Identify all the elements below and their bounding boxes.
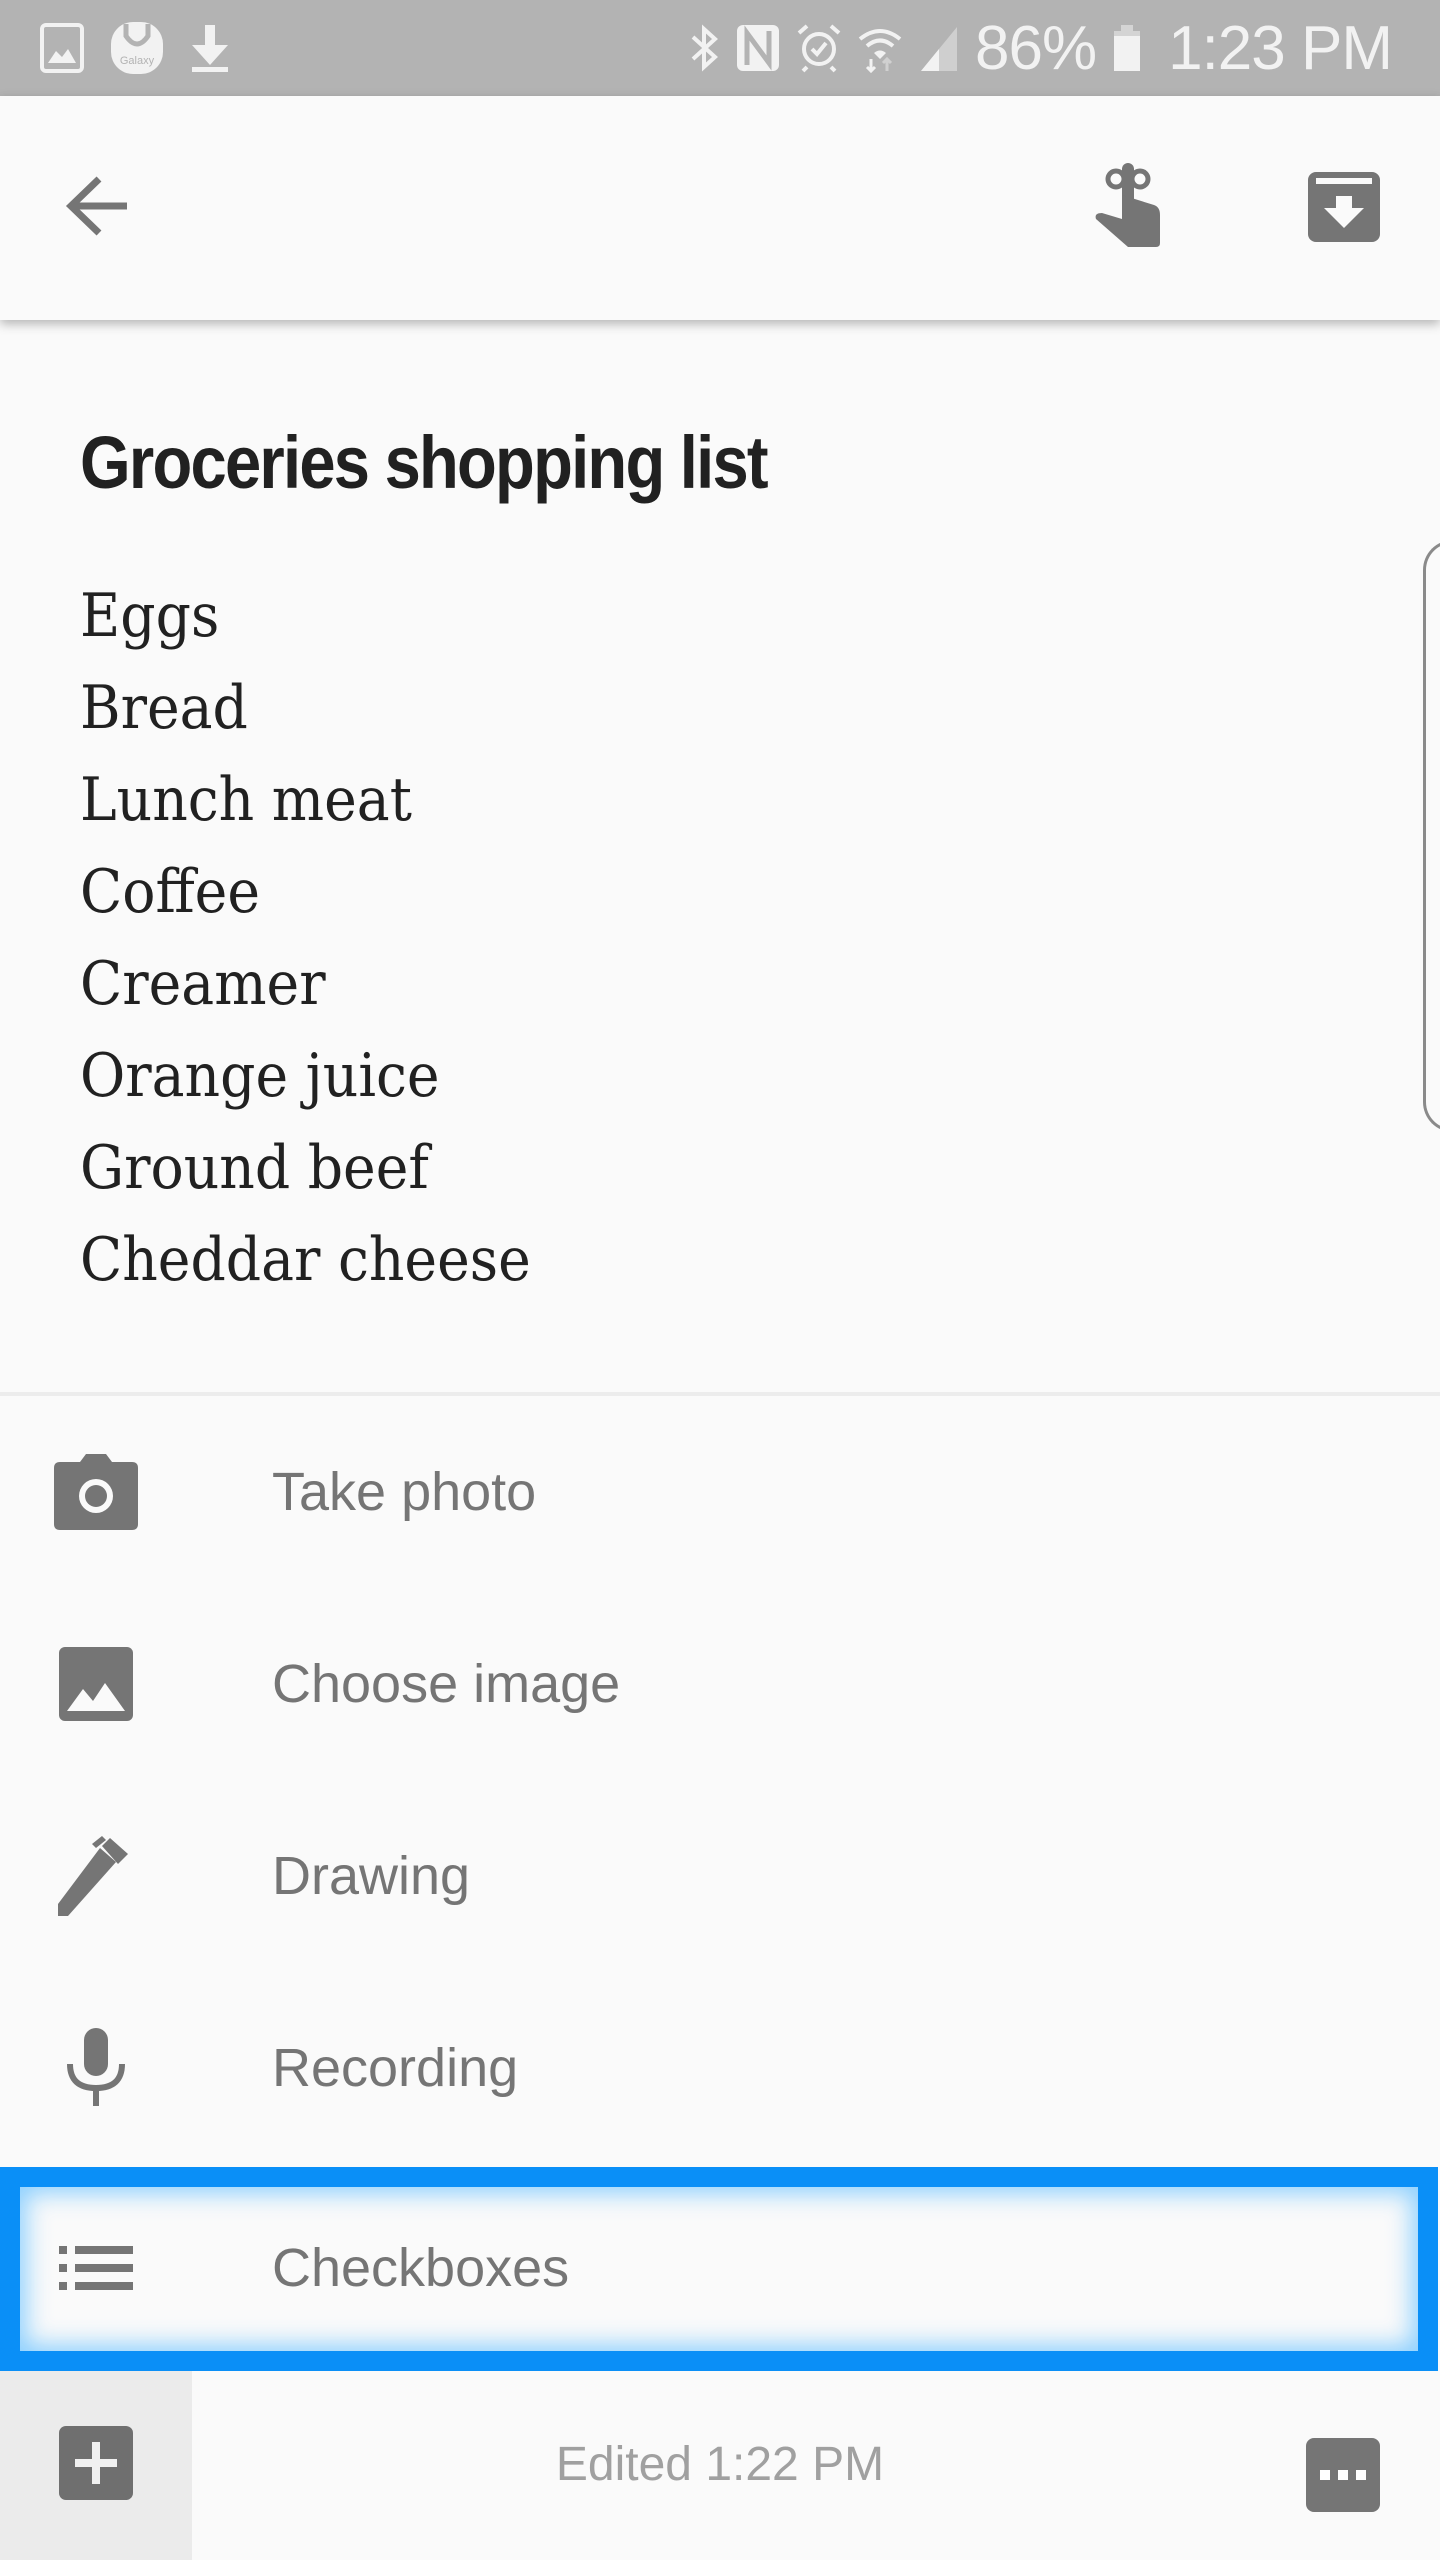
note-item: Coffee	[80, 857, 261, 927]
bluetooth-icon	[689, 23, 719, 73]
status-bar: Galaxy 86% 1:23 PM	[0, 0, 1440, 96]
microphone-icon	[52, 2024, 140, 2112]
more-horizontal-icon	[1320, 2470, 1366, 2480]
list-icon	[52, 2224, 140, 2312]
menu-item-recording[interactable]: Recording	[0, 1972, 1440, 2164]
nfc-icon	[735, 23, 781, 73]
toolbar	[0, 96, 1440, 320]
note-item: Eggs	[80, 581, 220, 651]
system-icons: 86% 1:23 PM	[689, 13, 1393, 83]
wifi-icon	[857, 23, 903, 73]
menu-item-take-photo[interactable]: Take photo	[0, 1396, 1440, 1588]
menu-item-label: Checkboxes	[272, 2238, 570, 2298]
edge-panel-handle[interactable]	[1423, 540, 1440, 1132]
note-item: Cheddar cheese	[80, 1225, 531, 1295]
note-item: Creamer	[80, 949, 326, 1019]
battery-icon	[1112, 23, 1142, 73]
note-item: Ground beef	[80, 1133, 429, 1203]
svg-text:Galaxy: Galaxy	[120, 55, 155, 67]
menu-item-choose-image[interactable]: Choose image	[0, 1588, 1440, 1780]
arrow-back-icon	[61, 171, 131, 246]
note-body[interactable]: Eggs Bread Lunch meat Coffee Creamer Ora…	[80, 570, 570, 1306]
note-item: Bread	[80, 673, 248, 743]
menu-item-checkboxes[interactable]: Checkboxes	[0, 2172, 1440, 2364]
menu-item-drawing[interactable]: Drawing	[0, 1780, 1440, 1972]
reminder-icon	[1092, 161, 1172, 256]
menu-item-label: Choose image	[272, 1654, 621, 1714]
more-button[interactable]	[1306, 2438, 1380, 2512]
camera-icon	[52, 1448, 140, 1536]
reminder-button[interactable]	[1072, 148, 1192, 268]
note-editor: Groceries shopping list Eggs Bread Lunch…	[0, 320, 1440, 1392]
menu-item-label: Drawing	[272, 1846, 471, 1906]
bottom-bar: Edited 1:22 PM	[0, 2370, 1440, 2560]
battery-percent: 86%	[975, 13, 1097, 83]
add-button[interactable]	[0, 2370, 192, 2560]
download-icon	[190, 23, 230, 73]
notification-icons: Galaxy	[40, 20, 230, 76]
note-title[interactable]: Groceries shopping list	[80, 420, 769, 505]
pen-icon	[52, 1832, 140, 1920]
note-item: Orange juice	[80, 1041, 440, 1111]
note-item: Lunch meat	[80, 765, 412, 835]
menu-item-label: Recording	[272, 2038, 519, 2098]
add-menu-sheet: Take photo Choose image Drawing Recordin…	[0, 1392, 1440, 2370]
signal-icon	[919, 23, 959, 73]
menu-item-label: Take photo	[272, 1462, 537, 1522]
alarm-icon	[797, 23, 841, 73]
archive-icon	[1306, 168, 1382, 249]
image-icon	[52, 1640, 140, 1728]
galaxy-store-icon: Galaxy	[110, 20, 164, 76]
plus-box-icon	[59, 2425, 133, 2505]
gallery-icon	[40, 23, 84, 73]
clock: 1:23 PM	[1168, 13, 1393, 83]
back-button[interactable]	[36, 148, 156, 268]
archive-button[interactable]	[1284, 148, 1404, 268]
edited-timestamp: Edited 1:22 PM	[555, 2438, 885, 2491]
